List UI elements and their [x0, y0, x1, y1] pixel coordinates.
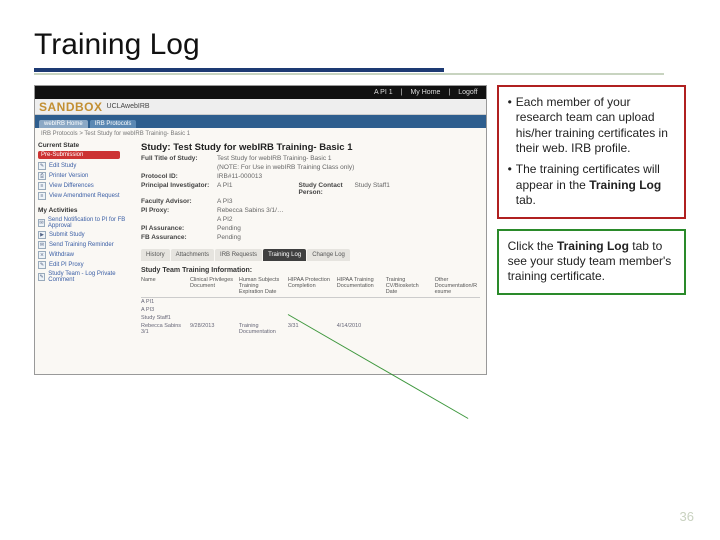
pi-proxy-value: Rebecca Sabins 3/1/…	[217, 207, 283, 214]
state-pill: Pre-Submission	[38, 151, 120, 159]
page-number: 36	[680, 509, 694, 524]
bullet-icon: •	[508, 95, 512, 156]
sidebar-activity-submit[interactable]: ▶Submit Study	[38, 230, 132, 240]
tab-change-log[interactable]: Change Log	[307, 249, 350, 261]
pi-assurance-value: Pending	[217, 225, 241, 232]
topbar-logoff-link[interactable]: Logoff	[458, 89, 477, 96]
brand-banner: SANDBOX UCLAwebIRB	[35, 99, 486, 115]
faculty-advisor-value: A PI3	[217, 198, 233, 205]
tab-attachments[interactable]: Attachments	[171, 249, 214, 261]
brand-logo-text: SANDBOX	[39, 100, 103, 114]
page-title: Training Log	[34, 28, 686, 62]
study-contact-label: Study Contact Person:	[299, 182, 349, 196]
sidebar-item-view-diff[interactable]: ≡View Differences	[38, 181, 132, 191]
study-body: Study: Test Study for webIRB Training- B…	[135, 140, 486, 350]
table-row: Rebecca Sabins 3/1 9/28/2013 Training Do…	[141, 322, 480, 336]
annotation-text-2: The training certificates will appear in…	[516, 162, 675, 208]
title-rule-dark	[34, 68, 444, 72]
annotation-text-1: Each member of your research team can up…	[516, 95, 675, 156]
protocol-id-label: Protocol ID:	[141, 173, 211, 180]
sidebar-activity-edit-proxy[interactable]: ✎Edit PI Proxy	[38, 260, 132, 270]
sidebar-item-view-amend[interactable]: ≡View Amendment Request	[38, 191, 132, 201]
current-state-heading: Current State	[38, 142, 132, 149]
study-note: (NOTE: For Use in webIRB Training Class …	[217, 164, 354, 171]
my-activities-heading: My Activities	[38, 207, 132, 214]
table-row: A PI3	[141, 306, 480, 314]
tab-training-log[interactable]: Training Log	[263, 249, 306, 261]
annotation-box-red: • Each member of your research team can …	[497, 85, 686, 219]
pi-proxy-value2: A PI2	[217, 216, 233, 223]
training-table-heading: Study Team Training Information:	[141, 261, 480, 277]
primary-nav: webIRB Home IRB Protocols	[35, 115, 486, 128]
topbar-home-link[interactable]: My Home	[410, 89, 440, 96]
study-title: Study: Test Study for webIRB Training- B…	[141, 142, 480, 153]
app-topbar: A PI 1 | My Home | Logoff	[35, 86, 486, 99]
training-table-header-row: Name Clinical Privileges Document Human …	[141, 277, 480, 298]
protocol-id-value: IRB#11-000013	[217, 173, 262, 180]
study-tabs: History Attachments IRB Requests Trainin…	[141, 249, 480, 261]
tab-history[interactable]: History	[141, 249, 170, 261]
pi-assurance-label: PI Assurance:	[141, 225, 211, 232]
pi-proxy-label: PI Proxy:	[141, 207, 211, 214]
pi-value: A PI1	[217, 182, 233, 196]
sidebar-activity-training-reminder[interactable]: ✉Send Training Reminder	[38, 240, 132, 250]
faculty-advisor-label: Faculty Advisor:	[141, 198, 211, 205]
annotation-box-green: Click the Training Log tab to see your s…	[497, 229, 686, 295]
fb-assurance-value: Pending	[217, 234, 241, 241]
table-row: A PI1	[141, 298, 480, 306]
app-screenshot: A PI 1 | My Home | Logoff SANDBOX UCLAwe…	[34, 85, 487, 375]
left-sidebar: Current State Pre-Submission ✎Edit Study…	[35, 140, 135, 350]
annotation-text-3: Click the Training Log tab to see your s…	[508, 239, 672, 284]
full-title-label: Full Title of Study:	[141, 155, 211, 162]
sidebar-activity-log-comment[interactable]: ✎Study Team - Log Private Comment	[38, 270, 132, 284]
tab-irb-requests[interactable]: IRB Requests	[215, 249, 262, 261]
brand-sub-text: UCLAwebIRB	[107, 103, 150, 110]
topbar-user: A PI 1	[374, 89, 393, 96]
title-rule-light	[34, 73, 664, 75]
table-row: Study Staff1	[141, 314, 480, 322]
sidebar-activity-withdraw[interactable]: ⨯Withdraw	[38, 250, 132, 260]
fb-assurance-label: FB Assurance:	[141, 234, 211, 241]
nav-tab-home[interactable]: webIRB Home	[39, 120, 88, 128]
nav-tab-protocols[interactable]: IRB Protocols	[90, 120, 137, 128]
bullet-icon: •	[508, 162, 512, 208]
sidebar-item-printer[interactable]: ⎙Printer Version	[38, 171, 132, 181]
breadcrumb: IRB Protocols > Test Study for webIRB Tr…	[35, 128, 486, 140]
full-title-value: Test Study for webIRB Training- Basic 1	[217, 155, 332, 162]
sidebar-item-edit-study[interactable]: ✎Edit Study	[38, 161, 132, 171]
study-contact-value: Study Staff1	[355, 182, 390, 196]
annotation-column: • Each member of your research team can …	[497, 85, 686, 295]
pi-label: Principal Investigator:	[141, 182, 211, 196]
sidebar-activity-notify[interactable]: ✉Send Notification to PI for FB Approval	[38, 216, 132, 230]
